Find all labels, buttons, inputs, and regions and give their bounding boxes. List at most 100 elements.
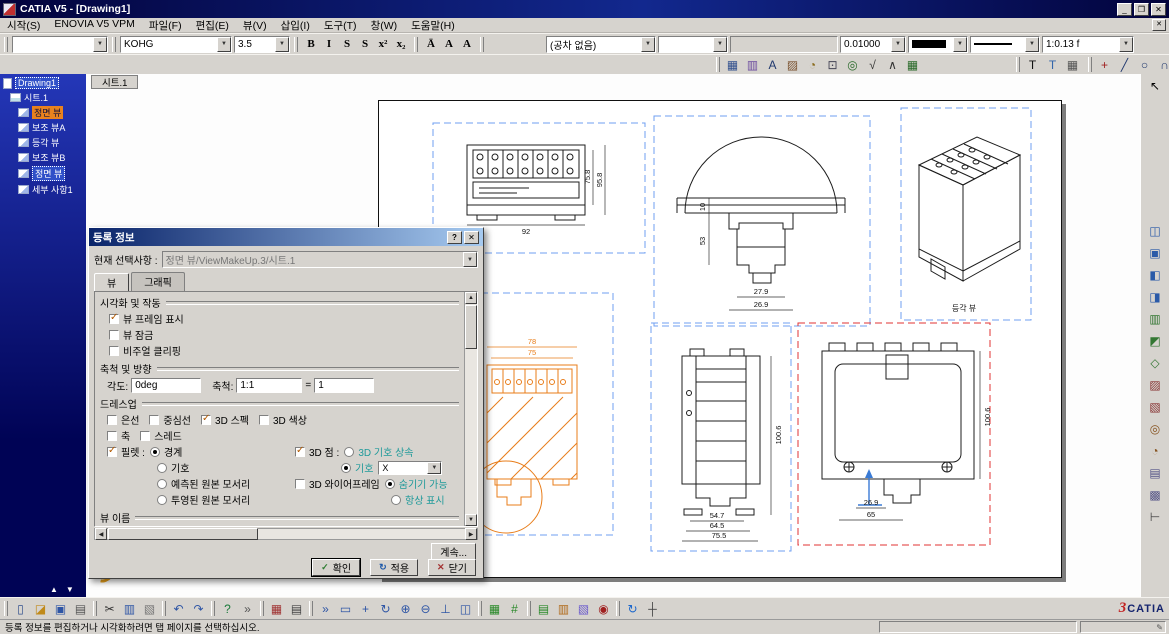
dialog-vertical-scrollbar[interactable]: ▲ ▼ <box>464 292 477 526</box>
filters-icon[interactable]: ▥ <box>743 56 762 73</box>
copy-icon[interactable]: ▥ <box>120 600 139 617</box>
dialog-apply-button[interactable]: ↻적용 <box>370 559 418 576</box>
dimension-tool-icon[interactable]: ⊢ <box>1146 508 1165 525</box>
chevron-down-icon[interactable]: ▼ <box>427 462 441 474</box>
toolbar-handle[interactable] <box>1088 57 1092 72</box>
help-icon[interactable]: ? <box>218 600 237 617</box>
normal-view-icon[interactable]: ⊥ <box>436 600 455 617</box>
broken-view-icon[interactable]: ▤ <box>1146 464 1165 481</box>
current-selection-combo[interactable]: 정면 뷰/ViewMakeUp.3/시트.1 ▼ <box>162 251 478 268</box>
toolbar-handle[interactable] <box>480 37 484 52</box>
toolbar-handle[interactable] <box>4 37 8 52</box>
minimize-button[interactable]: _ <box>1117 3 1132 16</box>
toolbar-handle[interactable] <box>1016 57 1020 72</box>
radio-fillet-projected[interactable]: 투영된 원본 모서리 <box>157 492 250 507</box>
cut-icon[interactable]: ✂ <box>100 600 119 617</box>
arc-icon[interactable]: ∩ <box>1155 56 1169 73</box>
chevron-down-icon[interactable]: ▼ <box>953 37 967 52</box>
table-analysis-icon[interactable]: ▤ <box>534 600 553 617</box>
scroll-up-icon[interactable]: ▲ <box>465 292 477 304</box>
toolbar-handle[interactable] <box>260 601 264 616</box>
print-icon[interactable]: ▤ <box>71 600 90 617</box>
dialog-horizontal-scrollbar[interactable]: ◀ ▶ <box>94 528 478 540</box>
fly-mode-icon[interactable]: » <box>316 600 335 617</box>
chevron-down-icon[interactable]: ▼ <box>275 37 289 52</box>
symbol-combo[interactable]: X▼ <box>378 461 442 475</box>
toolbar-handle[interactable] <box>294 37 298 52</box>
geometric-tolerance-icon[interactable]: ◎ <box>843 56 862 73</box>
strikethrough-button[interactable]: S <box>338 36 356 53</box>
update-sheet-icon[interactable]: ▦ <box>723 56 742 73</box>
check-visual-clipping[interactable]: 비주얼 클리핑 <box>109 343 450 358</box>
dialog-help-button[interactable]: ? <box>447 231 462 244</box>
grid-icon[interactable]: ▦ <box>485 600 504 617</box>
scroll-down-icon[interactable]: ▼ <box>66 585 74 594</box>
open-folder-icon[interactable]: ◪ <box>31 600 50 617</box>
check-axis[interactable]: 축 <box>107 428 130 443</box>
tree-item-3[interactable]: 등각 뷰 <box>0 135 86 150</box>
tree-item-6[interactable]: 세부 사항1 <box>0 182 86 197</box>
sheet-tab[interactable]: 시트.1 <box>91 75 138 89</box>
circle-icon[interactable]: ○ <box>1135 56 1154 73</box>
radio-3d-symbol-inherit[interactable]: 3D 기호 상속 <box>344 444 413 459</box>
chevron-down-icon[interactable]: ▼ <box>713 37 727 52</box>
lock-views-icon[interactable]: ◉ <box>594 600 613 617</box>
text-icon[interactable]: T <box>1023 56 1042 73</box>
hatch-pattern-icon[interactable]: ▨ <box>783 56 802 73</box>
toolbar-handle[interactable] <box>211 601 215 616</box>
radio-always-visible[interactable]: 항상 표시 <box>391 492 445 507</box>
graphic-style-combo[interactable]: ▼ <box>12 36 108 53</box>
pan-icon[interactable]: + <box>356 600 375 617</box>
toolbar-handle[interactable] <box>478 601 482 616</box>
tab-view[interactable]: 뷰 <box>94 273 129 292</box>
check-hidden-lines[interactable]: 은선 <box>107 412 139 427</box>
superscript-button[interactable]: x² <box>374 36 392 53</box>
titlebar[interactable]: CATIA V5 - [Drawing1] _ ❐ ✕ <box>0 0 1169 18</box>
radio-3d-symbol[interactable]: 기호 <box>341 460 373 475</box>
fit-all-icon[interactable]: ▭ <box>336 600 355 617</box>
menu-6[interactable]: 도구(T) <box>317 18 364 33</box>
radio-can-be-hidden[interactable]: 숨기기 가능 <box>385 476 448 491</box>
radio-fillet-boundaries[interactable]: 경계 <box>150 444 182 459</box>
select-icon[interactable]: ↖ <box>1146 77 1165 94</box>
chevron-down-icon[interactable]: ▼ <box>641 37 655 52</box>
table-icon[interactable]: ▦ <box>903 56 922 73</box>
menu-5[interactable]: 삽입(I) <box>274 18 317 33</box>
font-size-combo[interactable]: 3.5▼ <box>234 36 290 53</box>
line-type-combo[interactable]: ▼ <box>970 36 1040 53</box>
menu-8[interactable]: 도움말(H) <box>404 18 462 33</box>
scrollbar-thumb[interactable] <box>465 305 477 349</box>
check-threads[interactable]: 스레드 <box>140 428 182 443</box>
detail-view-icon[interactable]: ◎ <box>1146 420 1165 437</box>
tree-item-1[interactable]: 정면 뷰 <box>0 105 86 120</box>
radio-fillet-approximated[interactable]: 예측된 원본 모서리 <box>157 476 250 491</box>
paste-icon[interactable]: ▧ <box>140 600 159 617</box>
more-button[interactable]: 계속... <box>431 543 476 560</box>
toolbar-handle[interactable] <box>716 57 720 72</box>
check-3d-colors[interactable]: 3D 색상 <box>259 412 307 427</box>
zoom-in-icon[interactable]: ⊕ <box>396 600 415 617</box>
menu-1[interactable]: ENOVIA V5 VPM <box>47 18 142 33</box>
context-help-icon[interactable]: » <box>238 600 257 617</box>
view-side[interactable]: 100.6 54.7 64.5 75.5 <box>651 323 791 551</box>
text-style-icon[interactable]: A <box>763 56 782 73</box>
scroll-down-icon[interactable]: ▼ <box>465 514 477 526</box>
view-isometric[interactable]: 등각 뷰 <box>901 108 1031 320</box>
scroll-right-icon[interactable]: ▶ <box>465 528 477 540</box>
check-fillets[interactable]: 필렛 : <box>107 444 145 459</box>
tree-item-4[interactable]: 보조 뷰B <box>0 150 86 165</box>
angle-input[interactable]: 0deg <box>131 378 201 393</box>
dialog-titlebar[interactable]: 등록 정보 ? ✕ <box>89 228 483 246</box>
precision-combo[interactable]: 0.01000▼ <box>840 36 906 53</box>
weld-symbol-icon[interactable]: ∧ <box>883 56 902 73</box>
bold-button[interactable]: B <box>302 36 320 53</box>
breakout-view-icon[interactable]: ▩ <box>1146 486 1165 503</box>
dialog-close-button[interactable]: ✕ <box>464 231 479 244</box>
maximize-button[interactable]: ❐ <box>1134 3 1149 16</box>
line-color-combo[interactable]: ▼ <box>908 36 968 53</box>
dialog-close-button[interactable]: ✕닫기 <box>428 559 476 576</box>
update-views-icon[interactable]: ↻ <box>623 600 642 617</box>
auxiliary-view-icon[interactable]: ◩ <box>1146 332 1165 349</box>
italic-button[interactable]: I <box>320 36 338 53</box>
status-command-field[interactable] <box>879 621 1077 633</box>
